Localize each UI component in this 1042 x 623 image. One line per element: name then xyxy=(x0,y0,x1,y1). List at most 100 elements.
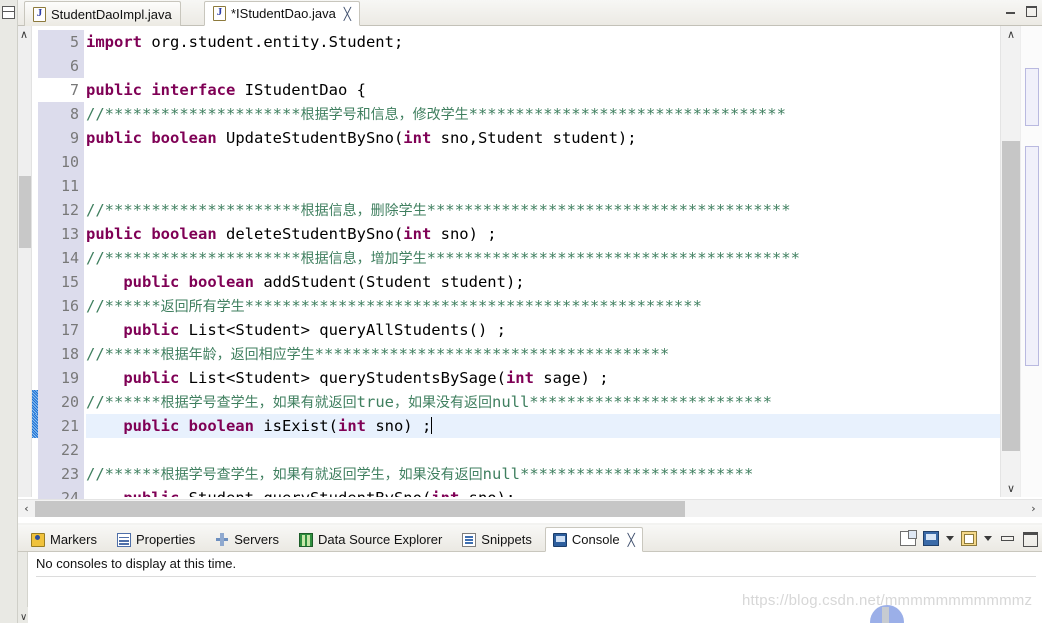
minimize-icon[interactable] xyxy=(999,531,1015,546)
bottom-tab-markers[interactable]: Markers xyxy=(24,528,104,551)
scroll-up-icon[interactable]: ∧ xyxy=(20,29,28,40)
code-text-area[interactable]: import org.student.entity.Student; public… xyxy=(86,26,1000,497)
bottom-tab-bar: Markers Properties Servers Data Source Expl… xyxy=(18,525,1042,552)
code-token: //****** xyxy=(86,297,161,315)
line-number: 6 xyxy=(38,54,84,78)
overview-mark[interactable] xyxy=(1025,68,1039,126)
horizontal-scroll-thumb[interactable] xyxy=(35,501,685,517)
bottom-tab-label: Snippets xyxy=(481,532,532,547)
code-line[interactable] xyxy=(86,54,1000,78)
code-line[interactable]: //*********************根据信息，增加学生********… xyxy=(86,246,1000,270)
line-number: 15 xyxy=(38,270,84,294)
chevron-down-icon[interactable] xyxy=(946,536,954,541)
code-token: //****** xyxy=(86,465,161,483)
code-token: null************************* xyxy=(482,465,754,483)
code-line[interactable] xyxy=(86,150,1000,174)
code-token: **************************************** xyxy=(426,249,800,267)
maximize-icon[interactable] xyxy=(1025,5,1037,17)
overview-mark[interactable] xyxy=(1025,146,1039,366)
restore-perspective-icon[interactable] xyxy=(2,6,15,19)
code-line[interactable]: //******返回所有学生**************************… xyxy=(86,294,1000,318)
code-token: addStudent(Student student); xyxy=(253,273,525,291)
code-token: 返回所有学生 xyxy=(160,299,245,315)
editor-tab-studentdaoimpl[interactable]: StudentDaoImpl.java xyxy=(24,1,181,26)
line-number: 7 xyxy=(69,81,79,99)
code-line[interactable] xyxy=(86,438,1000,462)
markers-icon xyxy=(31,532,45,547)
code-line[interactable]: //******根据学号查学生，如果有就返回true，如果没有返回null***… xyxy=(86,390,1000,414)
code-token: ，如果没有返回 xyxy=(393,395,492,411)
vertical-scroll-thumb[interactable] xyxy=(1002,141,1020,451)
code-token: //********************* xyxy=(86,201,301,219)
bottom-tab-data-source-explorer[interactable]: Data Source Explorer xyxy=(292,528,449,551)
code-token: List<Student> queryAllStudents() ; xyxy=(179,321,506,339)
code-token: ****************************************… xyxy=(244,297,702,315)
code-token: int xyxy=(403,225,432,243)
line-number: 13 xyxy=(38,222,84,246)
console-toolbar xyxy=(900,528,1038,549)
code-line[interactable]: //*********************根据学号和信息，修改学生*****… xyxy=(86,102,1000,126)
code-line[interactable]: public List<Student> queryStudentsBySage… xyxy=(86,366,1000,390)
line-number-gutter: 5 6 7 8 9 10 11 12 13 14 15 16 17 18 19 20 21 22 23 24 xyxy=(38,26,84,510)
code-token: int xyxy=(337,417,366,435)
code-token: 根据信息，增加学生 xyxy=(300,251,427,267)
bottom-tab-properties[interactable]: Properties xyxy=(110,528,202,551)
editor-tab-label: *IStudentDao.java xyxy=(231,6,336,21)
bottom-tab-label: Markers xyxy=(50,532,97,547)
scroll-left-icon[interactable]: ‹ xyxy=(18,500,35,518)
left-scroll-thumb[interactable] xyxy=(19,176,31,248)
maximize-icon[interactable] xyxy=(1022,531,1038,547)
display-selected-console-icon[interactable] xyxy=(923,531,939,546)
code-line[interactable]: //******根据年龄，返回相应学生*********************… xyxy=(86,342,1000,366)
bottom-tab-servers[interactable]: Servers xyxy=(208,528,286,551)
bottom-tab-snippets[interactable]: Snippets xyxy=(455,528,539,551)
code-token: sno) ; xyxy=(431,225,497,243)
code-token: org.student.entity.Student; xyxy=(142,33,404,51)
code-line[interactable]: public interface IStudentDao { xyxy=(86,78,1000,102)
code-token: public boolean xyxy=(123,273,254,291)
code-token: public boolean xyxy=(123,417,254,435)
code-token: 根据信息，删除学生 xyxy=(300,203,427,219)
code-token: //********************* xyxy=(86,105,301,123)
console-message: No consoles to display at this time. xyxy=(36,556,237,571)
code-token: sno); xyxy=(459,489,516,497)
scroll-right-icon[interactable]: › xyxy=(1025,500,1042,518)
scroll-down-icon[interactable]: ∨ xyxy=(20,612,27,623)
scroll-down-icon[interactable]: ∨ xyxy=(1001,480,1021,497)
code-line[interactable]: import org.student.entity.Student; xyxy=(86,30,1000,54)
code-line[interactable]: //******根据学号查学生，如果有就返回学生，如果没有返回null*****… xyxy=(86,462,1000,486)
line-number: 17 xyxy=(38,318,84,342)
overview-ruler[interactable] xyxy=(1020,26,1042,497)
pin-console-icon[interactable] xyxy=(900,530,917,546)
code-token: *************************************** xyxy=(426,201,791,219)
code-line[interactable]: //*********************根据信息，删除学生********… xyxy=(86,198,1000,222)
chevron-down-icon[interactable] xyxy=(984,536,992,541)
bottom-tab-console[interactable]: Console ╳ xyxy=(544,527,643,552)
bottom-tab-label: Data Source Explorer xyxy=(318,532,443,547)
code-line[interactable]: public Student queryStudentBySno(int sno… xyxy=(86,486,1000,497)
editor-left-scroll-strip[interactable]: ∧ xyxy=(18,26,32,497)
data-source-explorer-icon xyxy=(299,532,313,547)
code-line[interactable]: public boolean UpdateStudentBySno(int sn… xyxy=(86,126,1000,150)
code-token: deleteStudentBySno( xyxy=(216,225,404,243)
minimize-icon[interactable] xyxy=(1005,5,1016,16)
code-line[interactable]: public boolean isExist(int sno) ; xyxy=(86,414,1000,438)
scroll-up-icon[interactable]: ∧ xyxy=(1001,26,1021,43)
close-icon[interactable]: ╳ xyxy=(628,533,635,547)
code-line[interactable]: public boolean addStudent(Student studen… xyxy=(86,270,1000,294)
open-console-icon[interactable] xyxy=(961,531,977,546)
code-token: int xyxy=(431,489,459,497)
code-line[interactable] xyxy=(86,174,1000,198)
code-token: public xyxy=(123,369,180,387)
code-line[interactable]: public List<Student> queryAllStudents() … xyxy=(86,318,1000,342)
editor-tab-istudentdao[interactable]: *IStudentDao.java ╳ xyxy=(204,1,361,26)
line-number: 16 xyxy=(38,294,84,318)
editor-vertical-scrollbar[interactable]: ∧ ∨ xyxy=(1000,26,1020,497)
java-file-icon xyxy=(213,6,226,21)
code-line[interactable]: public boolean deleteStudentBySno(int sn… xyxy=(86,222,1000,246)
editor-horizontal-scrollbar[interactable]: ‹ › xyxy=(18,499,1042,517)
code-token: //********************* xyxy=(86,249,301,267)
close-icon[interactable]: ╳ xyxy=(344,8,351,20)
